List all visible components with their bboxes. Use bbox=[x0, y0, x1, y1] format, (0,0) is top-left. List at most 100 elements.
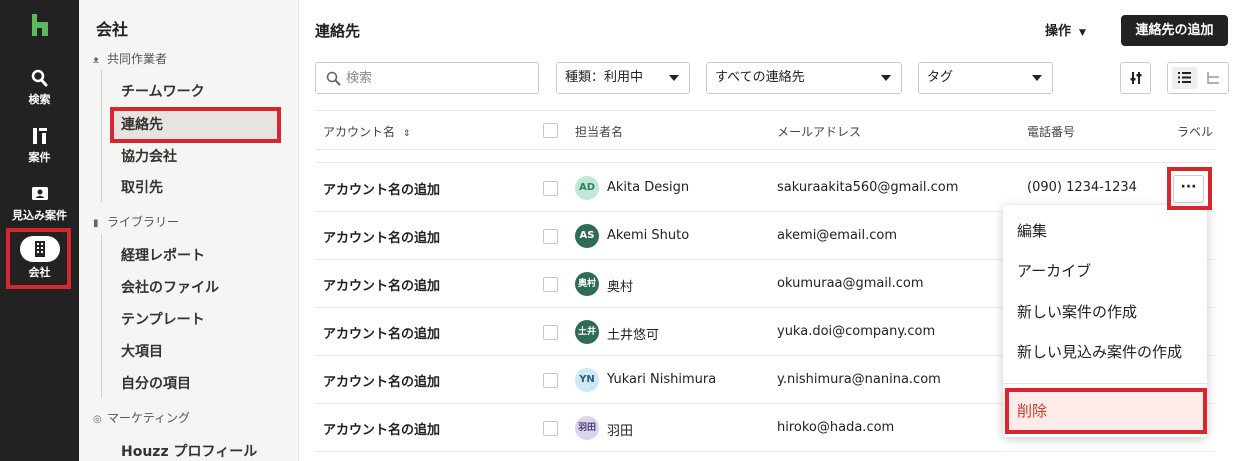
caret-down-icon bbox=[881, 75, 891, 81]
row-checkbox[interactable] bbox=[543, 229, 558, 244]
rail-label: 会社 bbox=[28, 266, 51, 279]
account-name-cell[interactable]: アカウント名の追加 bbox=[323, 419, 440, 438]
sidebar-item-partners[interactable]: 協力会社 bbox=[113, 143, 277, 171]
sort-icon: ⇕ bbox=[402, 129, 411, 139]
rail-label: 案件 bbox=[28, 151, 51, 164]
email-cell: okumuraa@gmail.com bbox=[777, 276, 924, 291]
account-name-cell[interactable]: アカウント名の追加 bbox=[323, 179, 440, 198]
owner-name-cell: 土井悠可 bbox=[607, 328, 660, 343]
avatar: 土井 bbox=[575, 320, 599, 344]
account-name-cell[interactable]: アカウント名の追加 bbox=[323, 371, 440, 390]
houzz-logo-icon[interactable] bbox=[30, 14, 50, 36]
sidebar-item-teamwork[interactable]: チームワーク bbox=[113, 78, 277, 106]
sidebar-item-templates[interactable]: テンプレート bbox=[113, 306, 277, 334]
column-header-label[interactable]: ラベル bbox=[1177, 123, 1213, 140]
caret-down-icon bbox=[1032, 75, 1042, 81]
leads-icon bbox=[31, 187, 48, 200]
rail-item-projects[interactable]: 案件 bbox=[0, 126, 79, 165]
section-label: ライブラリー bbox=[107, 215, 180, 229]
sidebar-tree-line bbox=[101, 234, 102, 398]
people-icon: ᴥ bbox=[93, 55, 100, 66]
column-header-account[interactable]: アカウント名 ⇕ bbox=[323, 123, 410, 140]
menu-item-create-lead[interactable]: 新しい見込み案件の作成 bbox=[1003, 332, 1207, 372]
building-icon bbox=[34, 241, 45, 257]
marketing-icon: ◎ bbox=[93, 414, 102, 425]
rail-item-leads[interactable]: 見込み案件 bbox=[0, 184, 79, 223]
tag-filter-select[interactable]: タグ bbox=[918, 62, 1053, 94]
sidebar-title: 会社 bbox=[96, 20, 129, 39]
email-cell: y.nishimura@nanina.com bbox=[777, 372, 941, 387]
sidebar-section-library[interactable]: ▮ ライブラリー bbox=[93, 213, 179, 230]
add-contact-button[interactable]: 連絡先の追加 bbox=[1121, 15, 1228, 46]
phone-cell: (090) 1234-1234 bbox=[1027, 180, 1137, 195]
projects-icon bbox=[32, 128, 47, 144]
owner-name-cell: Akita Design bbox=[607, 180, 690, 195]
row-checkbox[interactable] bbox=[543, 325, 558, 340]
row-checkbox[interactable] bbox=[543, 421, 558, 436]
section-label: 共同作業者 bbox=[107, 52, 168, 66]
operations-dropdown[interactable]: 操作 ▼ bbox=[1045, 20, 1086, 39]
menu-item-edit[interactable]: 編集 bbox=[1003, 211, 1207, 251]
sidebar-item-clients[interactable]: 取引先 bbox=[113, 174, 277, 202]
owner-name-cell: 羽田 bbox=[607, 424, 634, 439]
column-header-phone[interactable]: 電話番号 bbox=[1027, 123, 1075, 140]
sidebar-item-contacts[interactable]: 連絡先 bbox=[113, 111, 277, 139]
type-filter-select[interactable]: 種類：利用中 bbox=[556, 62, 690, 94]
owner-name-cell: Akemi Shuto bbox=[607, 228, 690, 243]
column-header-owner[interactable]: 担当者名 bbox=[575, 123, 623, 140]
menu-item-archive[interactable]: アーカイブ bbox=[1003, 251, 1207, 291]
owner-name-cell: Yukari Nishimura bbox=[607, 372, 717, 387]
page-title: 連絡先 bbox=[315, 22, 361, 40]
sidebar-item-accounting-report[interactable]: 経理レポート bbox=[113, 242, 277, 270]
active-pill bbox=[19, 236, 60, 262]
sidebar-section-collaborators[interactable]: ᴥ 共同作業者 bbox=[93, 50, 167, 67]
library-icon: ▮ bbox=[93, 218, 99, 229]
account-name-cell[interactable]: アカウント名の追加 bbox=[323, 227, 440, 246]
row-checkbox[interactable] bbox=[543, 277, 558, 292]
sidebar-item-categories[interactable]: 大項目 bbox=[113, 338, 277, 366]
rail-item-company[interactable]: 会社 bbox=[0, 236, 79, 280]
sidebar-item-company-files[interactable]: 会社のファイル bbox=[113, 274, 277, 302]
caret-down-icon: ▼ bbox=[1079, 28, 1086, 38]
row-checkbox[interactable] bbox=[543, 181, 558, 196]
sidebar-item-my-items[interactable]: 自分の項目 bbox=[113, 370, 277, 398]
row-more-button[interactable]: ··· bbox=[1173, 175, 1204, 203]
select-all-checkbox[interactable] bbox=[543, 123, 558, 138]
email-cell: yuka.doi@company.com bbox=[777, 324, 936, 339]
avatar: YN bbox=[575, 368, 599, 392]
avatar: AD bbox=[575, 176, 599, 200]
tree-icon bbox=[1207, 72, 1219, 84]
avatar: 羽田 bbox=[575, 416, 599, 440]
search-icon bbox=[326, 71, 341, 86]
menu-item-delete[interactable]: 削除 bbox=[1003, 391, 1207, 431]
search-input[interactable] bbox=[346, 68, 526, 88]
row-checkbox[interactable] bbox=[543, 373, 558, 388]
main-content: 連絡先 操作 ▼ 連絡先の追加 種類：利用中 すべての連絡先 タグ bbox=[299, 0, 1248, 461]
sidebar: 会社 ᴥ 共同作業者 チームワーク 連絡先 協力会社 取引先 ▮ ライブラリー 経理… bbox=[79, 0, 299, 461]
column-settings-button[interactable] bbox=[1120, 62, 1151, 94]
tag-filter-value: タグ bbox=[927, 70, 954, 85]
column-header-email[interactable]: メールアドレス bbox=[777, 123, 861, 140]
sidebar-section-marketing[interactable]: ◎ マーケティング bbox=[93, 409, 190, 426]
rail-label: 見込み案件 bbox=[12, 209, 67, 222]
contacts-filter-value: すべての連絡先 bbox=[715, 70, 805, 85]
sidebar-item-houzz-profile[interactable]: Houzz プロフィール bbox=[113, 438, 277, 461]
sidebar-tree-line bbox=[101, 70, 102, 202]
list-icon bbox=[1178, 72, 1191, 83]
tree-view-button[interactable] bbox=[1201, 67, 1226, 89]
menu-item-create-project[interactable]: 新しい案件の作成 bbox=[1003, 292, 1207, 332]
search-box[interactable] bbox=[315, 62, 539, 94]
search-icon bbox=[31, 69, 47, 87]
account-name-cell[interactable]: アカウント名の追加 bbox=[323, 323, 440, 342]
avatar: AS bbox=[575, 224, 599, 248]
table-header: アカウント名 ⇕ 担当者名 メールアドレス 電話番号 ラベル bbox=[315, 110, 1215, 150]
contacts-filter-select[interactable]: すべての連絡先 bbox=[706, 62, 902, 94]
email-cell: hiroko@hada.com bbox=[777, 420, 895, 435]
rail-label: 検索 bbox=[28, 93, 51, 106]
rail-item-search[interactable]: 検索 bbox=[0, 68, 79, 107]
caret-down-icon bbox=[669, 75, 679, 81]
account-name-cell[interactable]: アカウント名の追加 bbox=[323, 275, 440, 294]
avatar: 奥村 bbox=[575, 272, 599, 296]
list-view-button[interactable] bbox=[1172, 67, 1197, 89]
view-toggle[interactable] bbox=[1167, 62, 1229, 94]
